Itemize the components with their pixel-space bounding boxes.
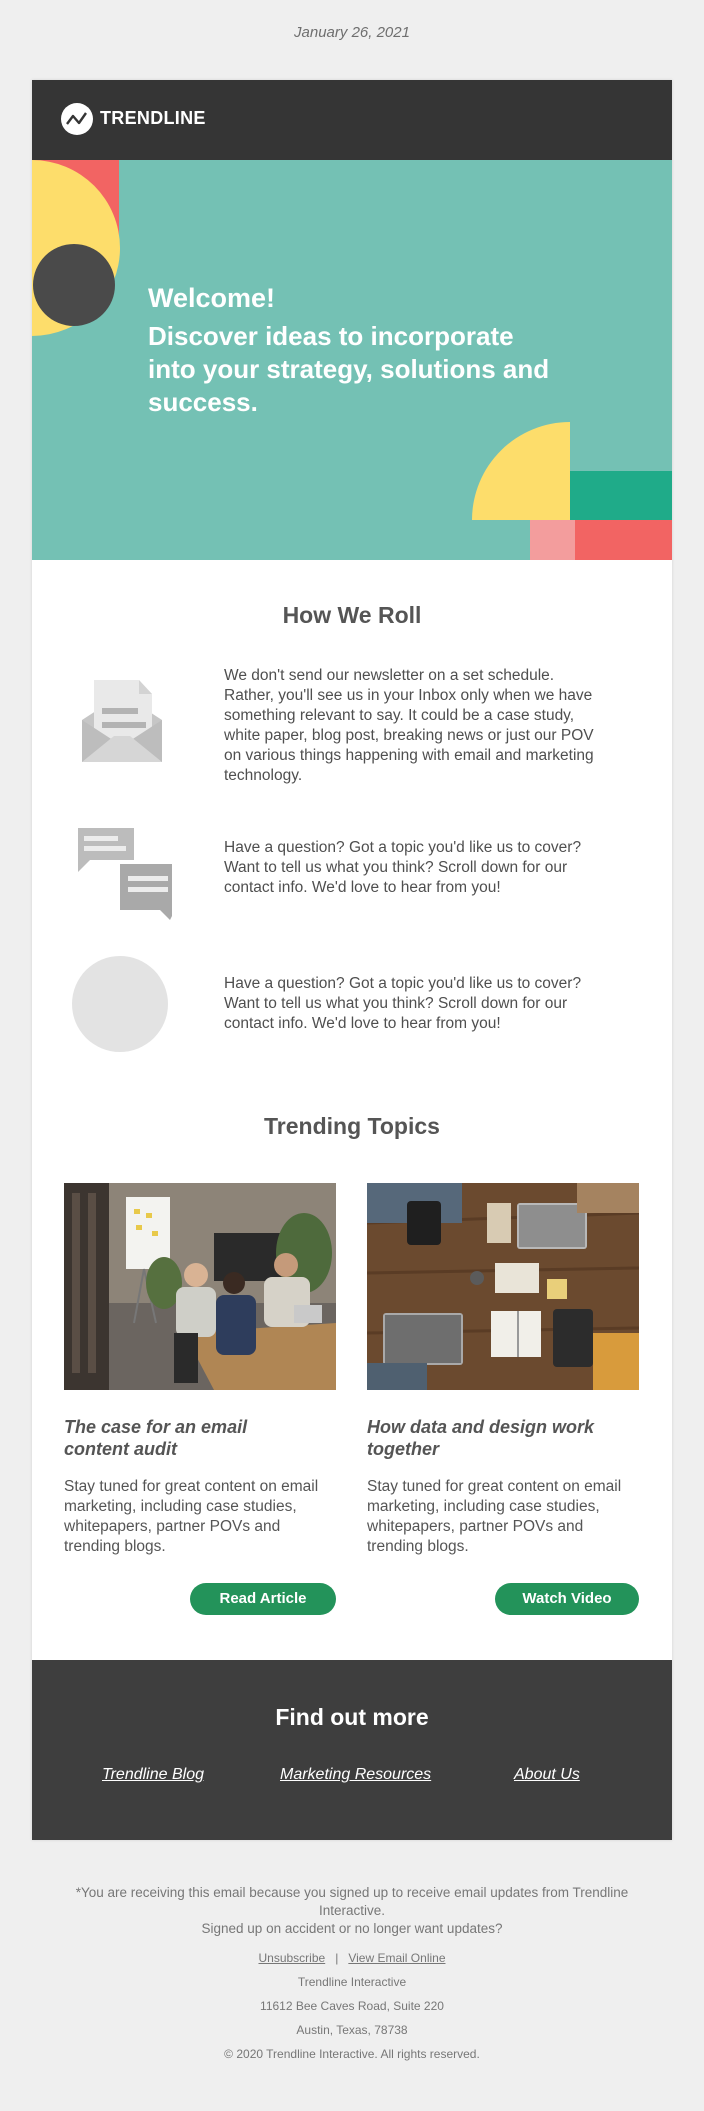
- find-out-more-band: Find out more Trendline Blog Marketing R…: [32, 1660, 672, 1840]
- hero-copy: Welcome! Discover ideas to incorporate i…: [148, 282, 568, 419]
- copyright: © 2020 Trendline Interactive. All rights…: [224, 2047, 480, 2061]
- find-out-more-title: Find out more: [275, 1704, 429, 1730]
- watch-video-button[interactable]: Watch Video: [495, 1583, 639, 1615]
- trendline-logo-icon[interactable]: [61, 103, 93, 135]
- feature-text-schedule: We don't send our newsletter on a set sc…: [224, 667, 594, 784]
- brand-name[interactable]: TRENDLINE: [100, 108, 206, 129]
- brand-header: TRENDLINE: [32, 80, 672, 160]
- article-desc-data-design: Stay tuned for great content on email ma…: [367, 1478, 622, 1555]
- trending-topics-title: Trending Topics: [264, 1113, 440, 1139]
- hero-welcome: Welcome!: [148, 283, 276, 313]
- envelope-icon: [72, 670, 172, 770]
- article-image-meeting[interactable]: [64, 1183, 336, 1390]
- feature-text-contact: Have a question? Got a topic you'd like …: [224, 839, 582, 896]
- legal-links: Unsubscribe | View Email Online: [0, 1949, 704, 1967]
- chat-bubbles-icon: [72, 822, 175, 922]
- link-separator: |: [335, 1951, 339, 1965]
- hero-subtitle: Discover ideas to incorporate into your …: [148, 321, 550, 417]
- view-email-online-link[interactable]: View Email Online: [348, 1951, 445, 1965]
- unsubscribe-question: Signed up on accident or no longer want …: [201, 1921, 503, 1936]
- company-address-line2: Austin, Texas, 78738: [296, 2023, 408, 2037]
- circle-placeholder-icon: [72, 954, 172, 1054]
- article-title-data-design[interactable]: How data and design work together: [367, 1416, 607, 1460]
- subscription-notice: *You are receiving this email because yo…: [75, 1885, 629, 1918]
- hero-banner: Welcome! Discover ideas to incorporate i…: [32, 160, 672, 560]
- unsubscribe-link[interactable]: Unsubscribe: [258, 1951, 325, 1965]
- how-we-roll-title: How We Roll: [282, 602, 422, 628]
- article-image-desk[interactable]: [367, 1183, 639, 1390]
- company-address-line1: 11612 Bee Caves Road, Suite 220: [260, 1999, 444, 2013]
- footer-link-blog[interactable]: Trendline Blog: [102, 1766, 204, 1784]
- company-name: Trendline Interactive: [297, 1975, 407, 1989]
- article-title-content-audit[interactable]: The case for an email content audit: [64, 1416, 304, 1460]
- read-article-button[interactable]: Read Article: [190, 1583, 336, 1615]
- footer-link-marketing-resources[interactable]: Marketing Resources: [280, 1766, 431, 1784]
- legal-notice: *You are receiving this email because yo…: [0, 1884, 704, 1938]
- feature-text-contact-2: Have a question? Got a topic you'd like …: [224, 975, 582, 1032]
- footer-link-about-us[interactable]: About Us: [514, 1766, 580, 1784]
- email-date: January 26, 2021: [294, 24, 410, 41]
- email-card: TRENDLINE Welcome! Discover ideas to inc…: [32, 80, 672, 1840]
- article-desc-content-audit: Stay tuned for great content on email ma…: [64, 1478, 319, 1555]
